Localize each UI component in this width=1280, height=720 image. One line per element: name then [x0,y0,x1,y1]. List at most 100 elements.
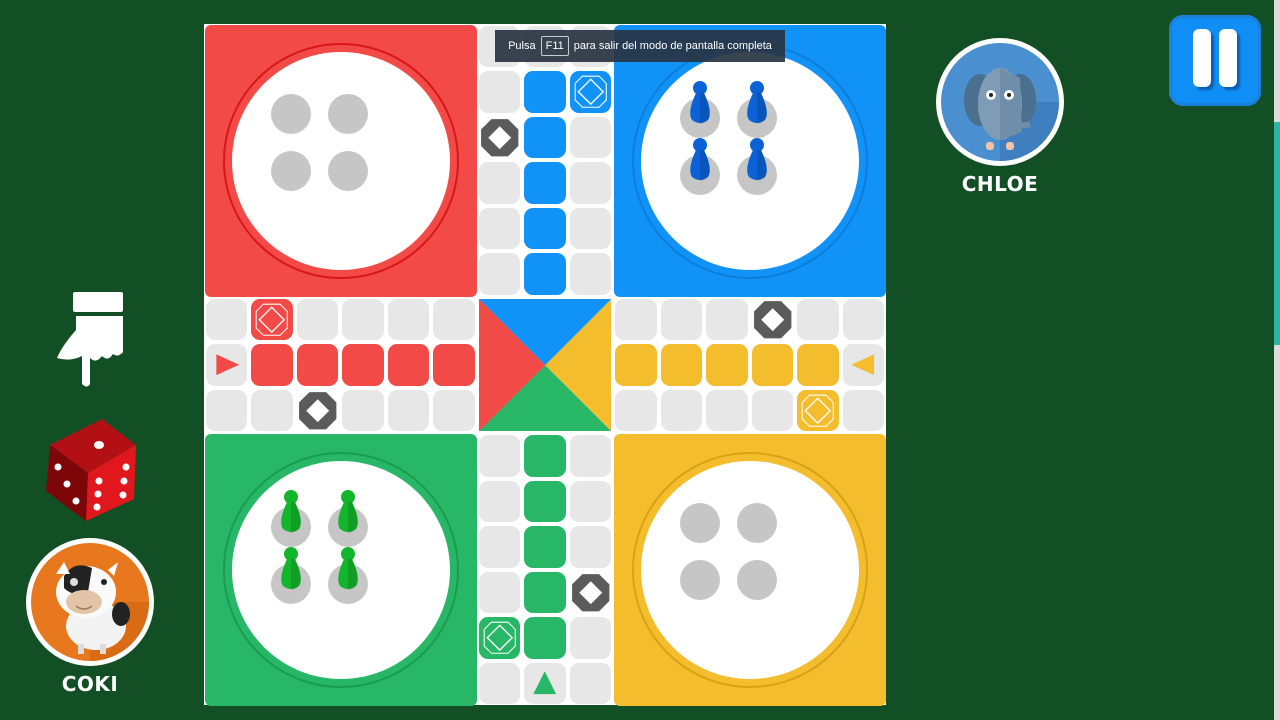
yellow-home-cell[interactable] [660,344,703,386]
green-pawn[interactable] [278,546,304,592]
board-cell[interactable] [342,389,384,432]
yellow-base [614,434,887,707]
board-cell[interactable] [615,298,657,341]
green-pawn[interactable] [335,546,361,592]
pawn-slot [328,151,368,191]
start-star-icon [571,73,610,111]
arrow-right-icon [216,354,240,376]
yellow-entry-cell[interactable] [842,344,884,386]
green-home-cell[interactable] [524,435,566,477]
fullscreen-notice-suffix: para salir del modo de pantalla completa [573,40,772,52]
board-cell[interactable] [433,298,475,341]
safe-cell[interactable] [297,390,338,431]
page-scrollbar[interactable] [1274,0,1280,720]
pause-button[interactable] [1169,15,1261,106]
board-cell[interactable] [478,662,521,704]
home-center [478,298,612,432]
yellow-home-cell[interactable] [751,344,794,386]
green-home-cell[interactable] [524,526,566,568]
board-cell[interactable] [615,389,657,432]
board-cell[interactable] [387,298,430,341]
board-cell[interactable] [569,253,612,295]
board-cell[interactable] [569,207,612,250]
board-cell[interactable] [706,298,748,341]
red-entry-cell[interactable] [206,344,248,386]
safe-cell[interactable] [479,117,520,158]
red-home-cell[interactable] [387,344,430,386]
pointing-hand-icon [57,292,123,387]
board-cell[interactable] [478,253,521,295]
dice-button[interactable] [40,415,142,523]
board-cell[interactable] [342,298,384,341]
blue-home-cell[interactable] [524,116,566,159]
board-cell[interactable] [569,435,612,477]
safe-star-icon [480,118,519,157]
board-cell[interactable] [478,571,521,614]
ludo-board [204,24,887,707]
board-cell[interactable] [842,389,884,432]
blue-pawn[interactable] [687,137,713,183]
start-star-icon [480,619,519,657]
green-entry-cell[interactable] [524,662,566,704]
start-star-icon [799,391,837,430]
board-cell[interactable] [478,480,521,523]
blue-home-cell[interactable] [524,207,566,250]
red-start-cell[interactable] [251,298,293,341]
scrollbar-thumb[interactable] [1274,122,1280,345]
board-cell[interactable] [296,298,339,341]
green-base [205,434,477,707]
blue-start-cell[interactable] [569,71,612,113]
green-home-cell[interactable] [524,480,566,523]
green-pawn[interactable] [335,489,361,535]
board-cell[interactable] [478,162,521,204]
board-cell[interactable] [569,662,612,704]
yellow-home-cell[interactable] [706,344,748,386]
yellow-home-cell[interactable] [797,344,839,386]
safe-cell[interactable] [570,572,611,613]
board-cell[interactable] [569,116,612,159]
green-home-cell[interactable] [524,571,566,614]
safe-cell[interactable] [752,299,793,340]
blue-pawn[interactable] [744,80,770,126]
blue-home-cell[interactable] [524,253,566,295]
board-cell[interactable] [433,389,475,432]
blue-home-cell[interactable] [524,162,566,204]
red-home-cell[interactable] [342,344,384,386]
board-cell[interactable] [251,389,293,432]
board-cell[interactable] [569,617,612,659]
board-cell[interactable] [478,435,521,477]
board-cell[interactable] [842,298,884,341]
arrow-left-icon [850,354,874,376]
blue-pawn[interactable] [744,137,770,183]
board-cell[interactable] [206,389,248,432]
board-cell[interactable] [660,389,703,432]
board-cell[interactable] [478,71,521,113]
f11-key-badge: F11 [540,36,569,56]
red-home-cell[interactable] [296,344,339,386]
board-cell[interactable] [569,480,612,523]
board-cell[interactable] [569,162,612,204]
safe-star-icon [753,300,791,339]
green-home-cell[interactable] [524,617,566,659]
red-base [205,25,477,297]
board-cell[interactable] [797,298,839,341]
board-cell[interactable] [706,389,748,432]
red-home-cell[interactable] [433,344,475,386]
board-cell[interactable] [478,526,521,568]
board-cell[interactable] [569,526,612,568]
board-cell[interactable] [387,389,430,432]
blue-home-cell[interactable] [524,71,566,113]
board-cell[interactable] [660,298,703,341]
fullscreen-notice-prefix: Pulsa [508,40,536,52]
pause-icon-bar [1219,29,1237,87]
blue-pawn[interactable] [687,80,713,126]
yellow-start-cell[interactable] [797,389,839,432]
green-start-cell[interactable] [478,617,521,659]
yellow-home-cell[interactable] [615,344,657,386]
arrow-up-icon [533,670,557,694]
red-home-cell[interactable] [251,344,293,386]
board-cell[interactable] [751,389,794,432]
board-cell[interactable] [206,298,248,341]
green-pawn[interactable] [278,489,304,535]
board-cell[interactable] [478,207,521,250]
